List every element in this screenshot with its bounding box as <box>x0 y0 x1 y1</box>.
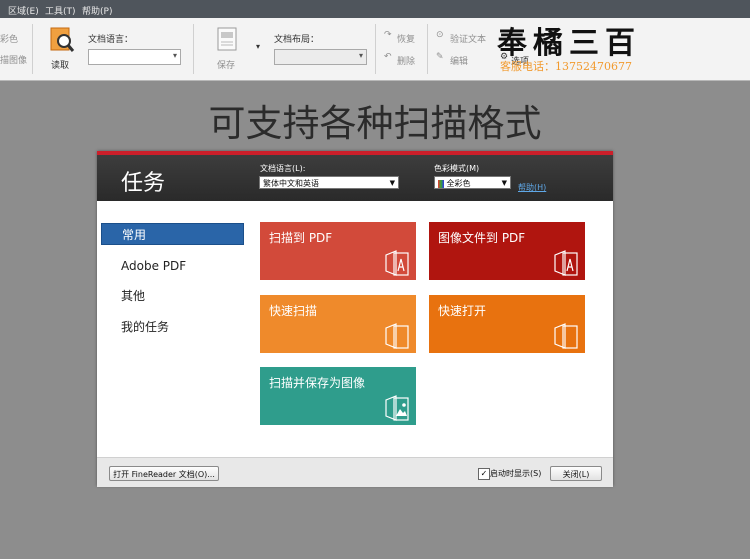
ribbon-left-partial-1[interactable]: 彩色 <box>0 32 18 45</box>
nav-item-other[interactable]: 其他 <box>101 285 244 307</box>
chevron-down-icon: ▼ <box>389 179 395 187</box>
tile-quick-open[interactable]: 快速打开 <box>429 295 585 353</box>
document-icon <box>385 323 409 349</box>
dialog-color-mode-value: 全彩色 <box>446 179 471 188</box>
ribbon-separator <box>193 24 194 74</box>
verify-text-button[interactable]: 验证文本 <box>450 32 486 45</box>
nav-item-my-tasks[interactable]: 我的任务 <box>101 316 244 338</box>
menu-item-tools[interactable]: 工具(T) <box>45 4 76 17</box>
dialog-footer: 打开 FineReader 文档(O)... ✓ 启动时显示(S) 关闭(L) <box>97 457 613 487</box>
read-scan-icon <box>50 27 75 52</box>
ribbon-doc-lang-select[interactable]: ▾ <box>88 49 181 65</box>
tile-scan-save-image[interactable]: 扫描并保存为图像 <box>260 367 416 425</box>
image-document-icon <box>385 395 409 421</box>
ribbon-doc-layout-label: 文档布局： <box>274 35 320 45</box>
dialog-color-mode-label: 色彩模式(M) <box>434 164 480 173</box>
promo-headline: 可支持各种扫描格式 <box>208 102 542 145</box>
pdf-document-icon <box>554 250 578 276</box>
dialog-color-mode-select[interactable]: 全彩色 ▼ <box>434 176 511 189</box>
nav-item-common[interactable]: 常用 <box>101 223 244 245</box>
ribbon-left-partial-2[interactable]: 描图像 <box>0 53 27 66</box>
delete-icon: ↶ <box>384 52 392 62</box>
chevron-down-icon: ▼ <box>501 179 507 187</box>
watermark-brand: 奉橘三百 <box>497 26 641 61</box>
ribbon-separator <box>32 24 33 74</box>
open-finereader-doc-button[interactable]: 打开 FineReader 文档(O)... <box>109 466 219 481</box>
save-label: 保存 <box>217 61 236 71</box>
tile-scan-save-image-label: 扫描并保存为图像 <box>269 376 366 390</box>
dialog-doc-lang-value: 繁体中文和英语 <box>263 179 319 188</box>
save-button[interactable]: 保存 <box>205 24 250 72</box>
read-button[interactable]: 读取 <box>44 24 80 72</box>
menu-item-region[interactable]: 区域(E) <box>8 4 39 17</box>
save-dropdown-arrow-icon[interactable]: ▾ <box>256 42 260 51</box>
read-label: 读取 <box>51 61 70 71</box>
startup-checkbox[interactable]: ✓ <box>478 468 490 480</box>
chevron-down-icon: ▾ <box>358 51 363 60</box>
tile-scan-to-pdf-label: 扫描到 PDF <box>269 231 333 245</box>
ribbon-doc-lang-label: 文档语言： <box>88 35 134 45</box>
restore-icon: ↷ <box>384 30 392 40</box>
tile-image-to-pdf[interactable]: 图像文件到 PDF <box>429 222 585 280</box>
chevron-down-icon: ▾ <box>172 51 177 60</box>
dialog-doc-lang-select[interactable]: 繁体中文和英语 ▼ <box>259 176 399 189</box>
menu-item-help[interactable]: 帮助(P) <box>82 4 112 17</box>
verify-text-icon: ⊙ <box>436 30 444 40</box>
ribbon-doc-layout-select[interactable]: ▾ <box>274 49 367 65</box>
edit-icon: ✎ <box>436 52 444 62</box>
tile-scan-to-pdf[interactable]: 扫描到 PDF <box>260 222 416 280</box>
dialog-title: 任务 <box>121 171 166 196</box>
save-document-icon <box>217 27 237 51</box>
task-dialog: 任务 文档语言(L): 繁体中文和英语 ▼ 色彩模式(M) 全彩色 ▼ 帮助(H… <box>97 151 613 487</box>
ribbon-separator <box>427 24 428 74</box>
ribbon-separator <box>375 24 376 74</box>
restore-button[interactable]: 恢复 <box>397 32 415 45</box>
help-link[interactable]: 帮助(H) <box>518 182 546 193</box>
startup-checkbox-label: 启动时显示(S) <box>490 469 542 478</box>
pdf-document-icon <box>385 250 409 276</box>
tile-quick-scan-label: 快速扫描 <box>269 304 318 318</box>
document-icon <box>554 323 578 349</box>
edit-button[interactable]: 编辑 <box>450 54 468 67</box>
dialog-doc-lang-label: 文档语言(L): <box>260 164 306 173</box>
color-palette-icon <box>438 179 444 188</box>
tile-image-to-pdf-label: 图像文件到 PDF <box>438 231 526 245</box>
tile-quick-scan[interactable]: 快速扫描 <box>260 295 416 353</box>
nav-item-adobe-pdf[interactable]: Adobe PDF <box>101 255 244 277</box>
menu-bar: 区域(E) 工具(T) 帮助(P) <box>0 0 750 18</box>
tile-quick-open-label: 快速打开 <box>438 304 487 318</box>
delete-button[interactable]: 删除 <box>397 54 415 67</box>
dialog-header: 任务 文档语言(L): 繁体中文和英语 ▼ 色彩模式(M) 全彩色 ▼ 帮助(H… <box>97 155 613 201</box>
close-button[interactable]: 关闭(L) <box>550 466 602 481</box>
watermark-phone: 客服电话：13752470677 <box>500 60 632 73</box>
